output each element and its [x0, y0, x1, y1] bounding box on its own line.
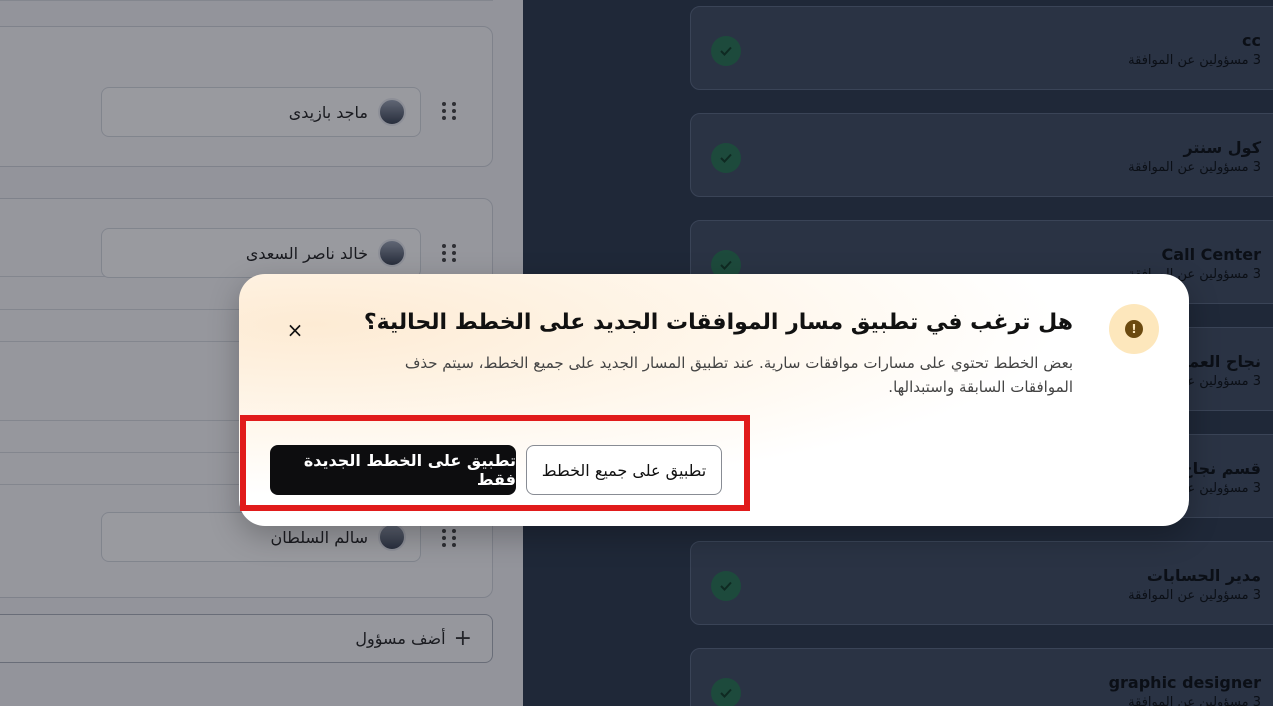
check-icon [711, 678, 741, 706]
role-title: قسم نجاح [1181, 459, 1261, 478]
role-card[interactable]: cc 3 مسؤولين عن الموافقة [690, 6, 1273, 90]
role-title: مدير الحسابات [1146, 566, 1261, 585]
role-title: كول سنتر [1183, 138, 1261, 157]
check-icon [711, 143, 741, 173]
role-subtitle: 3 مسؤولين عن الموافقة [1128, 53, 1261, 68]
confirm-apply-dialog: ! هل ترغب في تطبيق مسار الموافقات الجديد… [239, 274, 1189, 526]
role-card[interactable]: مدير الحسابات 3 مسؤولين عن الموافقة [690, 541, 1273, 625]
warning-glyph: ! [1125, 320, 1143, 338]
role-card[interactable]: كول سنتر 3 مسؤولين عن الموافقة [690, 113, 1273, 197]
apply-new-plans-only-button[interactable]: تطبيق على الخطط الجديدة فقط [270, 445, 516, 495]
dialog-title: هل ترغب في تطبيق مسار الموافقات الجديد ع… [363, 310, 1073, 335]
role-title: cc [1242, 31, 1261, 50]
role-title: graphic designer [1108, 673, 1261, 692]
warning-icon: ! [1109, 304, 1159, 354]
role-subtitle: 3 مسؤولين عن الموافقة [1128, 160, 1261, 175]
role-title: Call Center [1161, 245, 1261, 264]
role-subtitle: 3 مسؤولين عن الموافقة [1128, 695, 1261, 706]
dialog-description: بعض الخطط تحتوي على مسارات موافقات سارية… [404, 354, 1073, 396]
check-icon [711, 36, 741, 66]
role-card[interactable]: graphic designer 3 مسؤولين عن الموافقة [690, 648, 1273, 706]
role-subtitle: 3 مسؤولين عن الموافقة [1128, 588, 1261, 603]
apply-all-plans-button[interactable]: تطبيق على جميع الخطط [526, 445, 722, 495]
check-icon [711, 571, 741, 601]
close-icon[interactable]: × [283, 318, 307, 342]
